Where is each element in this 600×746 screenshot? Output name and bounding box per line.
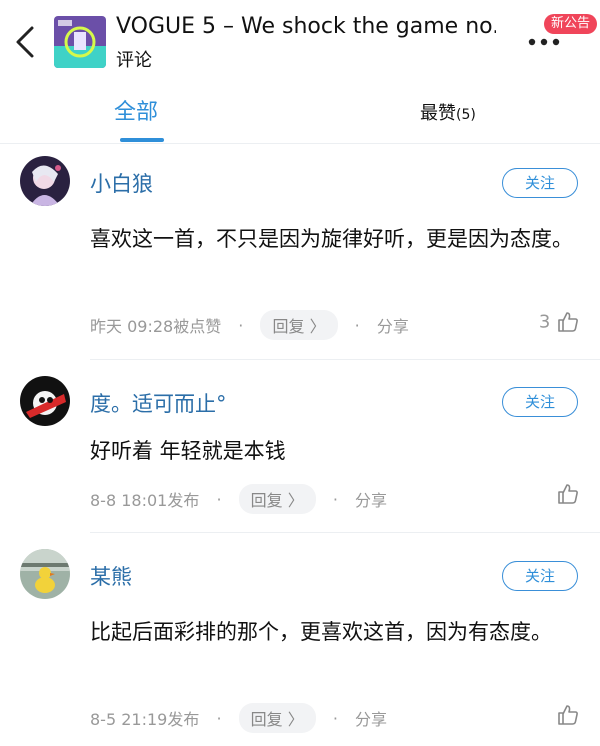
comment-meta: 昨天 09:28被点赞 · 回复 〉 · 分享 bbox=[90, 310, 409, 340]
comment-item: 某熊 关注 比起后面彩排的那个，更喜欢这首，因为有态度。 8-5 21:19发布… bbox=[0, 533, 600, 746]
comment-item: 度。适可而止° 关注 好听着 年轻就是本钱 8-8 18:01发布 · 回复 〉… bbox=[0, 360, 600, 533]
active-tab-indicator bbox=[120, 138, 164, 142]
separator-dot: · bbox=[238, 315, 244, 335]
avatar[interactable] bbox=[20, 549, 70, 599]
share-button[interactable]: 分享 bbox=[377, 313, 409, 337]
avatar[interactable] bbox=[20, 376, 70, 426]
comment-text: 好听着 年轻就是本钱 bbox=[90, 439, 286, 463]
follow-button[interactable]: 关注 bbox=[502, 561, 578, 591]
separator-dot: · bbox=[332, 708, 338, 728]
more-options-icon[interactable] bbox=[522, 34, 582, 50]
commenter-name[interactable]: 小白狼 bbox=[90, 168, 153, 198]
comment-meta: 8-8 18:01发布 · 回复 〉 · 分享 bbox=[90, 484, 387, 514]
separator-dot: · bbox=[216, 708, 222, 728]
thumbs-up-icon bbox=[558, 312, 578, 332]
comment-time: 昨天 09:28被点赞 bbox=[90, 317, 222, 336]
album-cover-image[interactable] bbox=[54, 16, 106, 68]
thumbs-up-icon bbox=[558, 484, 578, 504]
commenter-name[interactable]: 度。适可而止° bbox=[90, 388, 227, 418]
separator-dot: · bbox=[332, 489, 338, 509]
comment-time: 8-8 18:01发布 bbox=[90, 491, 200, 510]
new-announcement-badge[interactable]: 新公告 bbox=[544, 14, 598, 34]
like-button[interactable]: 3 bbox=[539, 310, 580, 338]
tab-most-liked[interactable]: 最赞(5) bbox=[420, 99, 476, 125]
song-title: VOGUE 5 – We shock the game no... bbox=[116, 14, 496, 39]
thumbs-up-icon bbox=[558, 705, 578, 725]
top-bar: VOGUE 5 – We shock the game no... 评论 新公告 bbox=[0, 0, 600, 88]
tab-most-liked-label: 最赞 bbox=[420, 103, 456, 124]
tab-most-liked-count: (5) bbox=[456, 107, 476, 123]
avatar[interactable] bbox=[20, 156, 70, 206]
like-button[interactable] bbox=[556, 482, 580, 510]
follow-button[interactable]: 关注 bbox=[502, 387, 578, 417]
commenter-name[interactable]: 某熊 bbox=[90, 561, 132, 591]
comment-meta: 8-5 21:19发布 · 回复 〉 · 分享 bbox=[90, 703, 387, 733]
comment-text: 喜欢这一首，不只是因为旋律好听，更是因为态度。 bbox=[90, 227, 573, 251]
reply-button[interactable]: 回复 〉 bbox=[238, 484, 316, 514]
share-button[interactable]: 分享 bbox=[355, 487, 387, 511]
tab-all[interactable]: 全部 bbox=[114, 94, 158, 126]
like-count: 3 bbox=[538, 311, 551, 333]
separator-dot: · bbox=[216, 489, 222, 509]
comment-tabs: 全部 最赞(5) bbox=[0, 88, 600, 144]
back-arrow-icon[interactable] bbox=[12, 22, 42, 62]
comment-text: 比起后面彩排的那个，更喜欢这首，因为有态度。 bbox=[90, 620, 552, 644]
like-button[interactable] bbox=[556, 703, 580, 731]
page-subtitle: 评论 bbox=[116, 50, 152, 71]
share-button[interactable]: 分享 bbox=[355, 706, 387, 730]
reply-button[interactable]: 回复 〉 bbox=[238, 703, 316, 733]
follow-button[interactable]: 关注 bbox=[502, 168, 578, 198]
comment-item: 小白狼 关注 喜欢这一首，不只是因为旋律好听，更是因为态度。 昨天 09:28被… bbox=[0, 146, 600, 360]
separator-dot: · bbox=[354, 315, 360, 335]
comment-time: 8-5 21:19发布 bbox=[90, 710, 200, 729]
reply-button[interactable]: 回复 〉 bbox=[260, 310, 338, 340]
